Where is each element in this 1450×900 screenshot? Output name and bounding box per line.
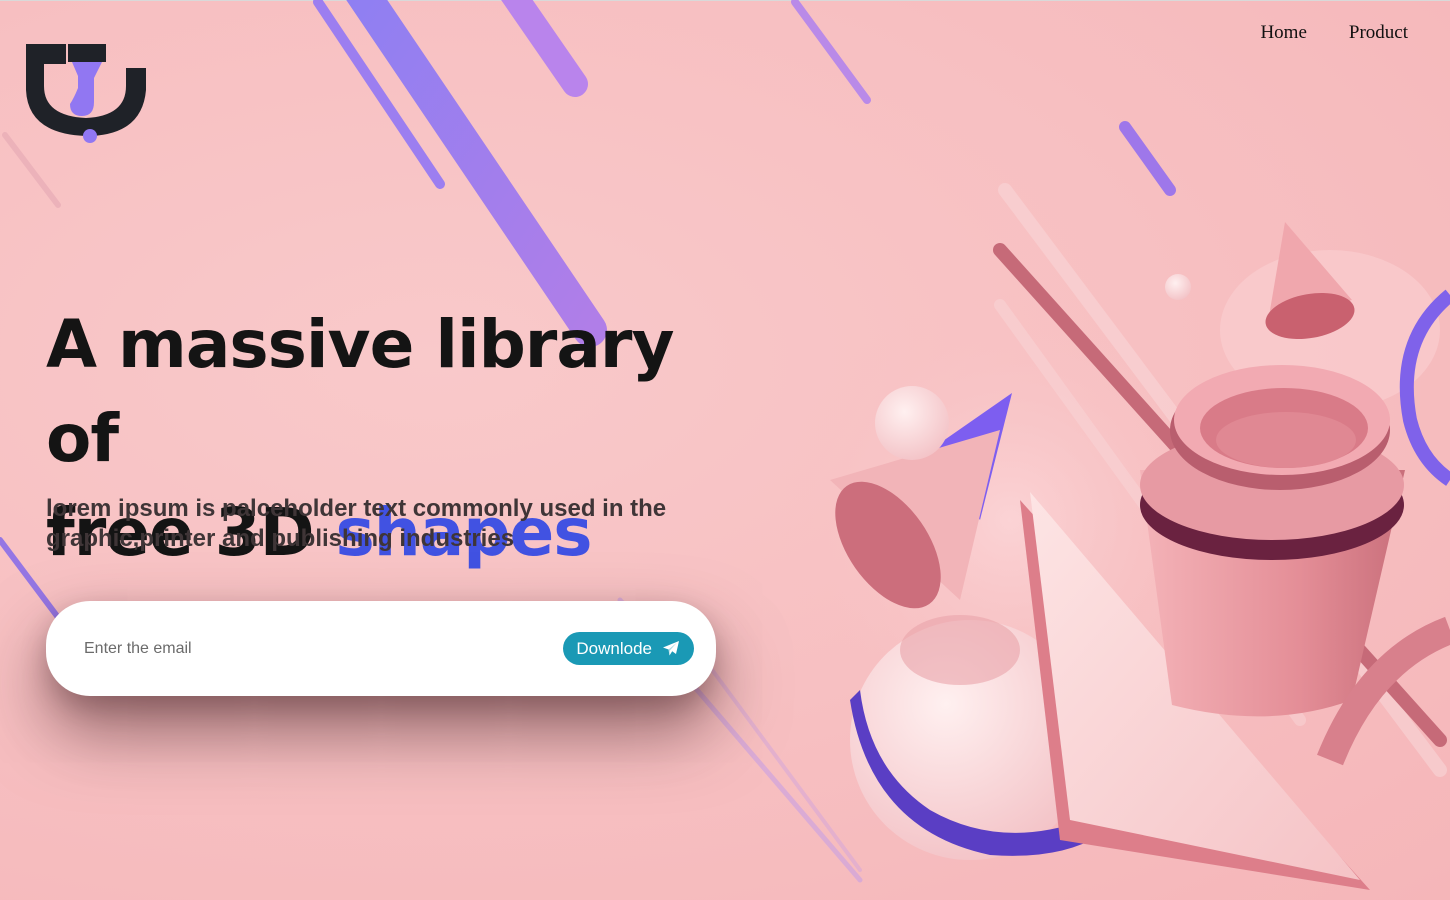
top-nav: Home Product <box>1260 22 1408 44</box>
email-signup-form: Downlode <box>46 601 716 696</box>
paper-plane-icon <box>663 641 679 656</box>
email-input[interactable] <box>82 631 526 667</box>
hero-title-line1: A massive library of <box>46 306 674 477</box>
download-button-label: Downlode <box>576 638 652 658</box>
nav-home-link[interactable]: Home <box>1260 22 1306 44</box>
download-button[interactable]: Downlode <box>563 632 694 665</box>
brand-logo[interactable] <box>22 38 150 148</box>
landing-page: Home Product A massive library of free 3… <box>0 0 1450 900</box>
nav-product-link[interactable]: Product <box>1349 22 1408 44</box>
hero-subtitle: lorem ipsum is palceholder text commonly… <box>46 495 667 552</box>
